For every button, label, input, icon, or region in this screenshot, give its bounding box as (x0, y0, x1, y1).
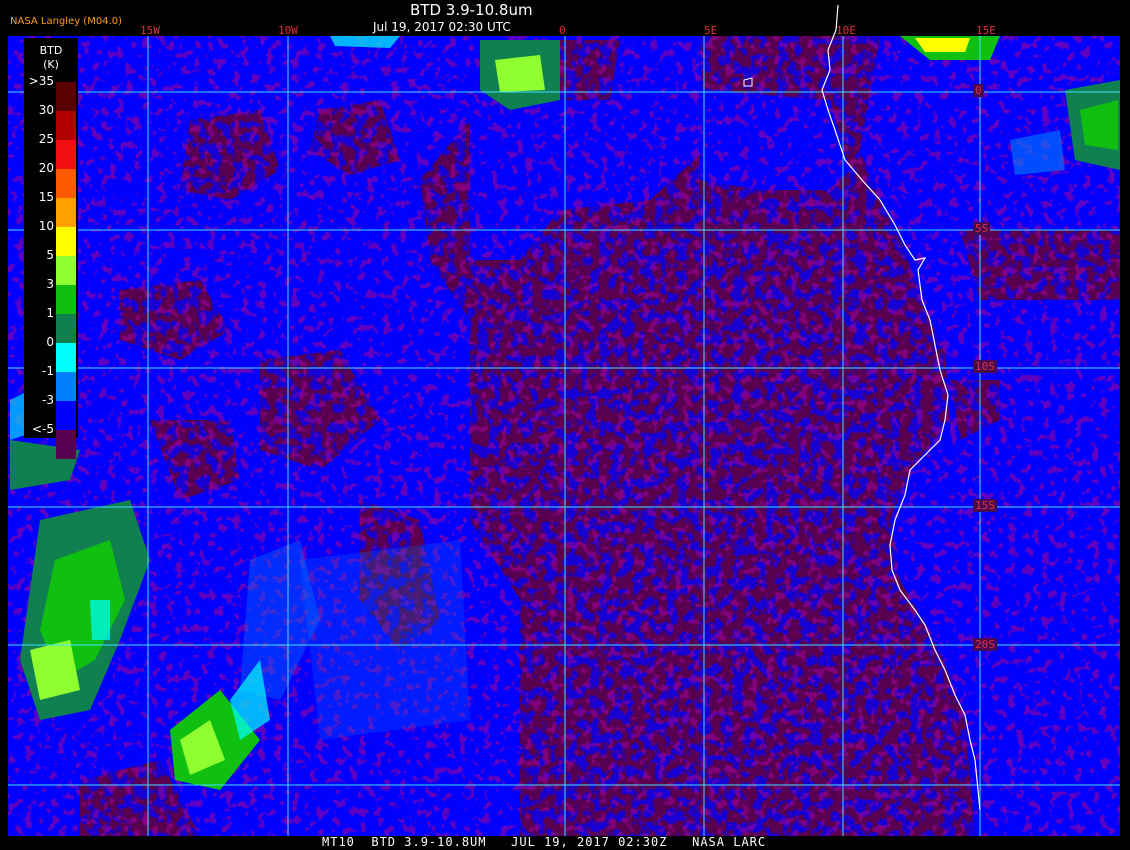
lon-label-5e: 5E (704, 24, 718, 37)
product-title: BTD 3.9-10.8um (410, 1, 533, 19)
legend-swatch (56, 256, 76, 285)
footer-caption: MT10 BTD 3.9-10.8UM JUL 19, 2017 02:30Z … (322, 835, 767, 849)
agency-label: NASA Langley (M04.0) (10, 16, 122, 27)
legend-tick-label: -1 (42, 364, 54, 378)
legend-tick-label: 0 (46, 335, 54, 349)
legend-tick-label: 5 (46, 248, 54, 262)
lat-label-20s: 20S (973, 638, 997, 651)
lat-label-5s: 5S (973, 222, 991, 235)
legend-swatch (56, 169, 76, 198)
legend-tick-label: 20 (38, 161, 54, 175)
legend-swatch (56, 82, 76, 111)
legend-tick-label: >35 (28, 74, 54, 88)
legend-tick-label: <-5 (31, 422, 54, 436)
timestamp-subtitle: Jul 19, 2017 02:30 UTC (373, 20, 511, 34)
lat-label-15s: 15S (973, 499, 997, 512)
btd-satellite-image (8, 4, 1120, 836)
legend-tick-label: 10 (38, 219, 54, 233)
legend-swatch (56, 111, 76, 140)
legend-tick-label: 3 (46, 277, 54, 291)
lon-label-0: 0 (559, 24, 566, 37)
legend-swatch (56, 314, 76, 343)
legend-swatch (56, 343, 76, 372)
legend-tick-label: 1 (46, 306, 54, 320)
lat-label-0: 0 (973, 84, 984, 97)
color-scale-legend: BTD (K) >35 30 25 20 15 10 5 3 1 0 -1 -3 <-5 (24, 38, 78, 459)
legend-swatch (56, 401, 76, 430)
lon-label-10w: 10W (278, 24, 298, 37)
lon-label-15e: 15E (976, 24, 996, 37)
legend-swatch (56, 198, 76, 227)
legend-tick-label: 15 (38, 190, 54, 204)
legend-swatch (56, 285, 76, 314)
image-field (8, 36, 1120, 836)
legend-tick-label: 30 (38, 103, 54, 117)
lon-label-15w: 15W (140, 24, 160, 37)
lon-label-10e: 10E (836, 24, 856, 37)
legend-tick-label: -3 (42, 393, 54, 407)
legend-tick-label: 25 (38, 132, 54, 146)
legend-swatch (56, 430, 76, 459)
legend-swatch (56, 227, 76, 256)
legend-title: BTD (39, 44, 63, 57)
legend-swatch (56, 372, 76, 401)
legend-units: (K) (43, 58, 59, 71)
lat-label-10s: 10S (973, 360, 997, 373)
legend-swatch (56, 140, 76, 169)
